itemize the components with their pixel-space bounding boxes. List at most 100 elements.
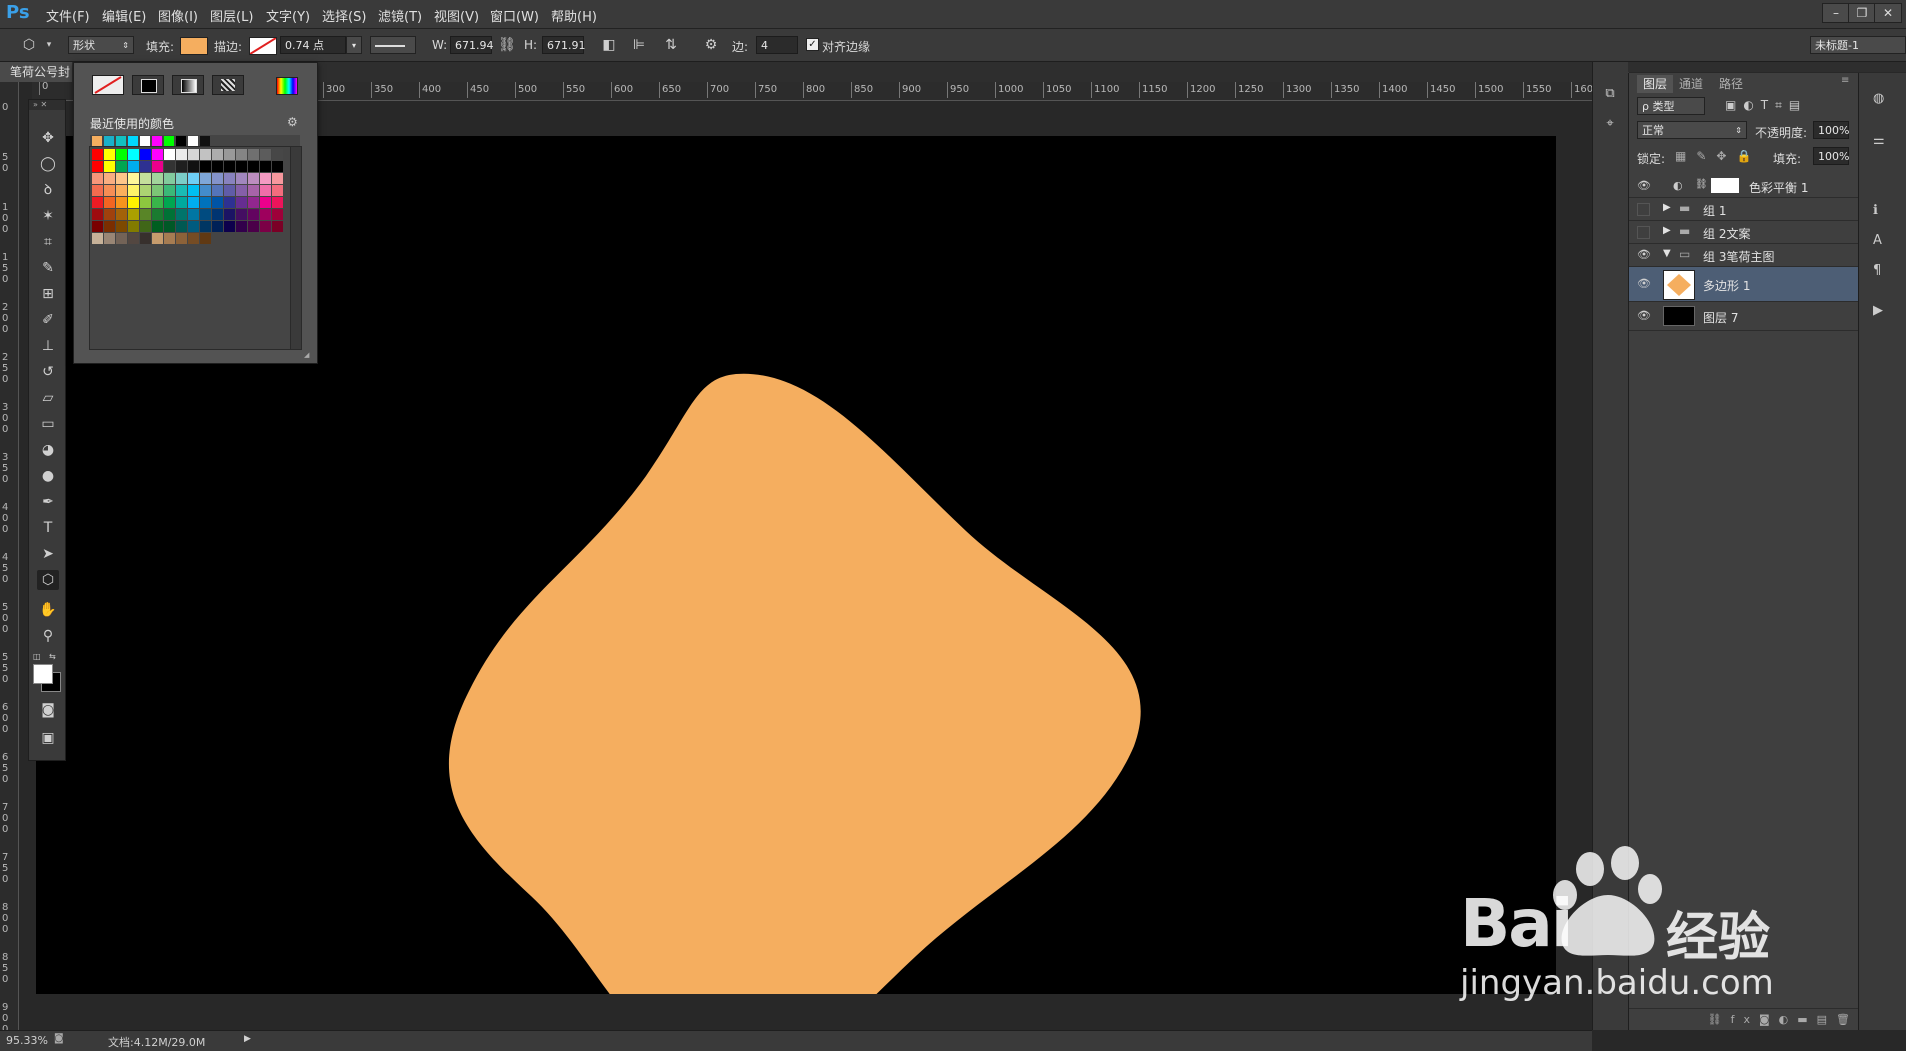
- recent-color-swatch[interactable]: [92, 136, 102, 146]
- hand-tool-icon[interactable]: ✋: [37, 600, 59, 620]
- menu-item-9[interactable]: 帮助(H): [551, 6, 597, 25]
- tool-mode-select[interactable]: 形状 ⇕: [68, 36, 134, 54]
- color-swatch[interactable]: [224, 185, 235, 196]
- dodge-tool-icon[interactable]: ●: [37, 466, 59, 486]
- color-picker-icon[interactable]: [276, 77, 298, 95]
- solid-color-button[interactable]: [132, 75, 164, 95]
- panel-menu-icon[interactable]: ≡: [1841, 75, 1849, 86]
- color-swatch[interactable]: [92, 173, 103, 184]
- color-swatch[interactable]: [140, 197, 151, 208]
- color-swatch[interactable]: [128, 149, 139, 160]
- layer-row-group-1[interactable]: ▶ ▬ 组 1: [1629, 198, 1859, 221]
- tab-channels[interactable]: 通道: [1673, 75, 1709, 93]
- color-swatch[interactable]: [164, 197, 175, 208]
- color-swatch[interactable]: [164, 221, 175, 232]
- color-swatch[interactable]: [224, 221, 235, 232]
- color-swatch[interactable]: [140, 221, 151, 232]
- color-swatch[interactable]: [200, 149, 211, 160]
- color-swatch[interactable]: [200, 197, 211, 208]
- color-swatch[interactable]: [128, 197, 139, 208]
- layer-row-color-balance[interactable]: 👁 ◐ ⛓ 色彩平衡 1: [1629, 175, 1859, 198]
- recent-color-swatch[interactable]: [188, 136, 198, 146]
- color-swatch[interactable]: [140, 173, 151, 184]
- visibility-eye-icon[interactable]: 👁: [1637, 179, 1651, 192]
- recent-color-swatch[interactable]: [116, 136, 126, 146]
- color-swatch[interactable]: [140, 233, 151, 244]
- color-swatch[interactable]: [152, 221, 163, 232]
- color-swatch[interactable]: [260, 173, 271, 184]
- color-swatch[interactable]: [212, 149, 223, 160]
- rounded-polygon-shape[interactable]: [448, 373, 1141, 1051]
- stroke-width-input[interactable]: 0.74 点: [280, 36, 346, 54]
- color-swatch[interactable]: [260, 209, 271, 220]
- recent-color-swatch[interactable]: [200, 136, 210, 146]
- eraser-tool-icon[interactable]: ▱: [37, 388, 59, 408]
- color-swatch[interactable]: [188, 197, 199, 208]
- color-swatch[interactable]: [272, 185, 283, 196]
- expand-arrow-icon[interactable]: ▶: [1663, 225, 1671, 236]
- recent-color-swatch[interactable]: [176, 136, 186, 146]
- color-swatch[interactable]: [176, 221, 187, 232]
- color-swatch[interactable]: [140, 161, 151, 172]
- color-swatch[interactable]: [248, 185, 259, 196]
- color-swatch[interactable]: [272, 197, 283, 208]
- color-swatch[interactable]: [176, 173, 187, 184]
- color-swatch[interactable]: [236, 161, 247, 172]
- recent-color-swatch[interactable]: [104, 136, 114, 146]
- blur-tool-icon[interactable]: ◕: [37, 440, 59, 460]
- color-swatch[interactable]: [272, 221, 283, 232]
- collapse-arrow-icon[interactable]: ▼: [1663, 248, 1671, 259]
- layer-row-polygon-selected[interactable]: 👁 多边形 1: [1629, 267, 1859, 302]
- default-colors-icon[interactable]: ◫: [33, 652, 43, 661]
- color-swatch[interactable]: [212, 221, 223, 232]
- stroke-width-dropdown[interactable]: ▾: [346, 36, 362, 54]
- pen-tool-icon[interactable]: ✒: [37, 492, 59, 512]
- menu-item-4[interactable]: 文字(Y): [266, 6, 310, 25]
- color-swatch[interactable]: [176, 197, 187, 208]
- crop-tool-icon[interactable]: ⌗: [37, 232, 59, 252]
- zoom-tool-icon[interactable]: ⚲: [37, 626, 59, 646]
- pattern-button[interactable]: [212, 75, 244, 95]
- history-brush-tool-icon[interactable]: ↺: [37, 362, 59, 382]
- color-swatch[interactable]: [188, 149, 199, 160]
- color-swatch[interactable]: [152, 161, 163, 172]
- color-swatch[interactable]: [116, 185, 127, 196]
- color-swatch[interactable]: [188, 173, 199, 184]
- color-swatch[interactable]: [116, 209, 127, 220]
- color-swatch[interactable]: [260, 161, 271, 172]
- color-swatch[interactable]: [200, 233, 211, 244]
- clone-stamp-tool-icon[interactable]: ⊥: [37, 336, 59, 356]
- visibility-eye-icon[interactable]: 👁: [1637, 248, 1651, 261]
- expand-arrow-icon[interactable]: ▶: [1663, 202, 1671, 213]
- color-swatch[interactable]: [248, 161, 259, 172]
- color-swatch[interactable]: [152, 149, 163, 160]
- color-swatch[interactable]: [200, 173, 211, 184]
- width-input[interactable]: 671.94: [450, 36, 494, 54]
- gradient-tool-icon[interactable]: ▭: [37, 414, 59, 434]
- color-swatch[interactable]: [200, 161, 211, 172]
- menu-item-6[interactable]: 滤镜(T): [378, 6, 422, 25]
- foreground-color-swatch[interactable]: [33, 664, 53, 684]
- healing-brush-tool-icon[interactable]: ⊞: [37, 284, 59, 304]
- color-swatch[interactable]: [212, 197, 223, 208]
- quick-mask-icon[interactable]: ◙: [37, 700, 59, 720]
- menu-item-1[interactable]: 编辑(E): [102, 6, 146, 25]
- color-swatch[interactable]: [140, 185, 151, 196]
- type-tool-icon[interactable]: T: [37, 518, 59, 538]
- color-swatch[interactable]: [104, 161, 115, 172]
- color-swatch[interactable]: [188, 221, 199, 232]
- lasso-tool-icon[interactable]: ꝺ: [37, 180, 59, 200]
- menu-item-3[interactable]: 图层(L): [210, 6, 253, 25]
- recent-color-swatch[interactable]: [128, 136, 138, 146]
- color-swatch[interactable]: [116, 173, 127, 184]
- color-swatch[interactable]: [176, 233, 187, 244]
- fill-opacity-input[interactable]: 100%: [1813, 147, 1849, 165]
- brush-tool-icon[interactable]: ✐: [37, 310, 59, 330]
- stroke-color-button[interactable]: [249, 37, 277, 55]
- color-swatch[interactable]: [176, 149, 187, 160]
- color-swatch[interactable]: [164, 173, 175, 184]
- polygon-tool-preset-icon[interactable]: ⬡: [20, 36, 38, 54]
- gear-icon[interactable]: ⚙: [702, 36, 720, 54]
- recent-color-swatch[interactable]: [164, 136, 174, 146]
- opacity-input[interactable]: 100%: [1813, 121, 1849, 139]
